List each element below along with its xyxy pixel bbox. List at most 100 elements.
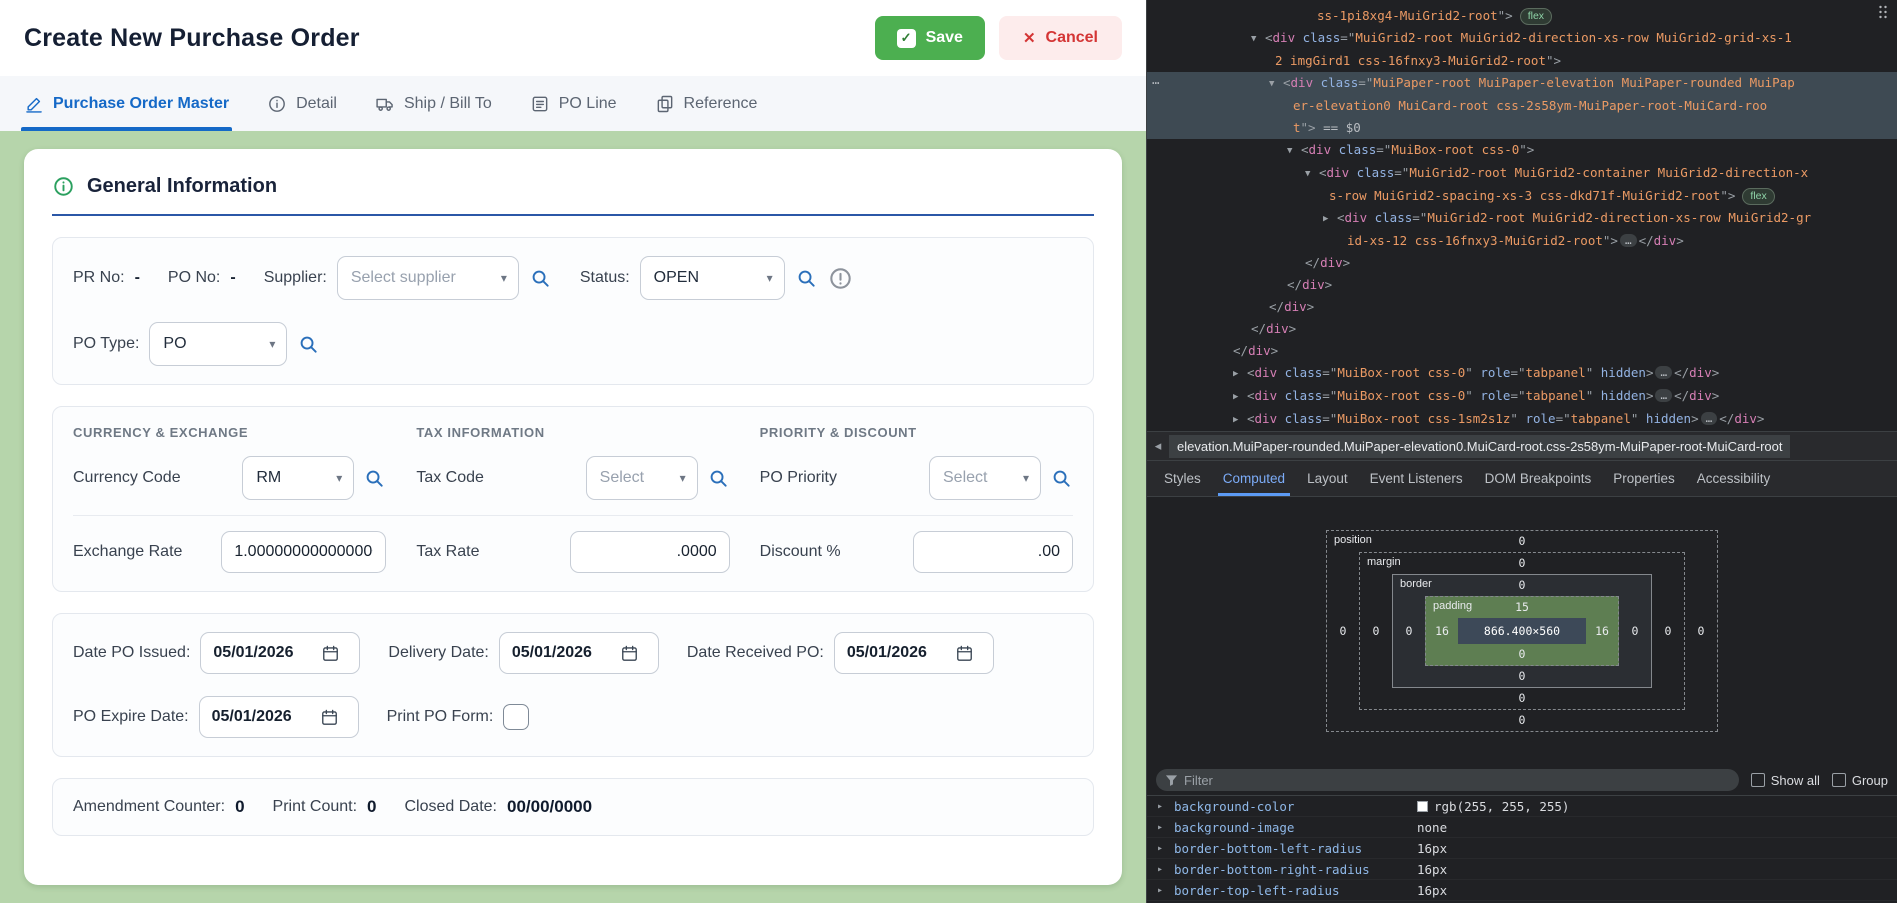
- box-model-padding-ring: padding 15 16 866.400×560 16 0: [1425, 596, 1619, 666]
- devtools-tab-layout[interactable]: Layout: [1296, 461, 1359, 496]
- dom-tree-line[interactable]: </div>: [1147, 340, 1897, 362]
- property-name: background-color: [1174, 799, 1294, 814]
- expand-arrow-icon[interactable]: ▼: [1287, 140, 1301, 162]
- po-type-search-button[interactable]: [297, 333, 320, 356]
- po-expire-input[interactable]: [199, 696, 359, 738]
- po-expire-value[interactable]: [212, 708, 312, 726]
- tab-reference[interactable]: Reference: [655, 76, 758, 131]
- calendar-icon[interactable]: [321, 644, 340, 663]
- computed-property-row[interactable]: ▸border-bottom-left-radius16px: [1147, 838, 1897, 859]
- date-po-issued-input[interactable]: [200, 632, 360, 674]
- dom-tree-line[interactable]: er-elevation0 MuiCard-root css-2s58ym-Mu…: [1147, 95, 1897, 117]
- po-type-select[interactable]: PO ▾: [149, 322, 287, 366]
- dom-tree-line[interactable]: ▼<div class="MuiGrid2-root MuiGrid2-dire…: [1147, 27, 1897, 50]
- dom-tree-line[interactable]: ▶<div class="MuiBox-root css-0" role="ta…: [1147, 385, 1897, 408]
- section-divider: [52, 214, 1094, 216]
- disclosure-arrow-icon[interactable]: ▸: [1157, 885, 1163, 896]
- computed-property-row[interactable]: ▸border-top-left-radius16px: [1147, 880, 1897, 901]
- dom-tree-line[interactable]: ▶<div class="MuiBox-root css-0" role="ta…: [1147, 362, 1897, 385]
- dom-tree-line[interactable]: t"> == $0: [1147, 117, 1897, 139]
- calendar-icon[interactable]: [320, 708, 339, 727]
- devtools-tab-properties[interactable]: Properties: [1602, 461, 1686, 496]
- group-checkbox[interactable]: Group: [1832, 773, 1888, 788]
- currency-search-button[interactable]: [363, 467, 386, 490]
- breadcrumb-selected-item[interactable]: elevation.MuiPaper-rounded.MuiPaper-elev…: [1169, 435, 1790, 458]
- po-priority-select[interactable]: Select ▾: [929, 456, 1041, 500]
- dom-tree-line[interactable]: ▼<div class="MuiBox-root css-0">: [1147, 139, 1897, 162]
- flex-badge[interactable]: flex: [1520, 8, 1552, 25]
- date-received-value[interactable]: [847, 644, 947, 662]
- dom-tree-line[interactable]: ▶<div class="MuiGrid2-root MuiGrid2-dire…: [1147, 207, 1897, 230]
- calendar-icon[interactable]: [620, 644, 639, 663]
- status-search-button[interactable]: [795, 267, 818, 290]
- expand-arrow-icon[interactable]: ▶: [1233, 363, 1247, 385]
- tax-search-button[interactable]: [707, 467, 730, 490]
- devtools-tab-event-listeners[interactable]: Event Listeners: [1359, 461, 1474, 496]
- dom-tree-line[interactable]: ▼<div class="MuiGrid2-root MuiGrid2-cont…: [1147, 162, 1897, 185]
- chevron-down-icon: ▾: [680, 471, 686, 485]
- print-po-form-checkbox[interactable]: [503, 704, 529, 730]
- tax-rate-input[interactable]: [570, 531, 730, 573]
- supplier-select[interactable]: Select supplier ▾: [337, 256, 519, 300]
- filter-input[interactable]: Filter: [1156, 769, 1739, 791]
- devtools-tab-styles[interactable]: Styles: [1153, 461, 1212, 496]
- dates-fieldset: Date PO Issued: Delivery Date:: [52, 613, 1094, 757]
- tab-po-line[interactable]: PO Line: [530, 76, 617, 131]
- expand-arrow-icon[interactable]: ▶: [1233, 386, 1247, 408]
- expand-arrow-icon[interactable]: ▶: [1233, 409, 1247, 431]
- flex-badge[interactable]: flex: [1742, 188, 1774, 205]
- expand-ellipsis-button[interactable]: …: [1655, 366, 1672, 379]
- dom-tree-line[interactable]: </div>: [1147, 252, 1897, 274]
- dom-tree-line[interactable]: ⋯▼<div class="MuiPaper-root MuiPaper-ele…: [1147, 72, 1897, 95]
- dom-tree-line[interactable]: 2 imgGird1 css-16fnxy3-MuiGrid2-root">: [1147, 50, 1897, 72]
- disclosure-arrow-icon[interactable]: ▸: [1157, 801, 1163, 812]
- dom-tree-line[interactable]: s-row MuiGrid2-spacing-xs-3 css-dkd71f-M…: [1147, 185, 1897, 207]
- dom-tree-line[interactable]: </div>: [1147, 274, 1897, 296]
- close-icon: ✕: [1023, 29, 1036, 47]
- disclosure-arrow-icon[interactable]: ▸: [1157, 864, 1163, 875]
- disclosure-arrow-icon[interactable]: ▸: [1157, 843, 1163, 854]
- dom-tree-line[interactable]: </div>: [1147, 318, 1897, 340]
- delivery-date-value[interactable]: [512, 644, 612, 662]
- tax-code-select[interactable]: Select ▾: [586, 456, 698, 500]
- devtools-tab-accessibility[interactable]: Accessibility: [1686, 461, 1782, 496]
- chevron-down-icon: ▾: [501, 271, 507, 285]
- expand-arrow-icon[interactable]: ▶: [1323, 208, 1337, 230]
- breadcrumb-scroll-left-button[interactable]: ◂: [1147, 438, 1169, 454]
- delivery-date-input[interactable]: [499, 632, 659, 674]
- save-button[interactable]: ✓ Save: [875, 16, 985, 60]
- dom-tree-line[interactable]: </div>: [1147, 296, 1897, 318]
- dom-tree-line[interactable]: ss-1pi8xg4-MuiGrid2-root">flex: [1147, 5, 1897, 27]
- property-name: border-bottom-left-radius: [1174, 841, 1362, 856]
- exchange-rate-input[interactable]: [221, 531, 386, 573]
- date-received-input[interactable]: [834, 632, 994, 674]
- devtools-tab-computed[interactable]: Computed: [1212, 461, 1296, 496]
- dom-tree-line[interactable]: ▶<div class="MuiBox-root css-1sm2s1z" ro…: [1147, 408, 1897, 431]
- expand-ellipsis-button[interactable]: …: [1620, 234, 1637, 247]
- status-warning-icon: [828, 266, 853, 291]
- discount-input[interactable]: [913, 531, 1073, 573]
- currency-code-select[interactable]: RM ▾: [242, 456, 354, 500]
- expand-arrow-icon[interactable]: ▼: [1269, 73, 1283, 95]
- computed-property-row[interactable]: ▸border-bottom-right-radius16px: [1147, 859, 1897, 880]
- devtools-tab-dom-breakpoints[interactable]: DOM Breakpoints: [1474, 461, 1603, 496]
- box-model-position-ring: position 0 0 margin 0 0 border 0 0: [1326, 530, 1718, 732]
- expand-ellipsis-button[interactable]: …: [1655, 389, 1672, 402]
- supplier-search-button[interactable]: [529, 267, 552, 290]
- dom-tree-line[interactable]: id-xs-12 css-16fnxy3-MuiGrid2-root">…</d…: [1147, 230, 1897, 252]
- tab-ship-bill-to[interactable]: Ship / Bill To: [375, 76, 492, 131]
- tab-purchase-order-master[interactable]: Purchase Order Master: [24, 76, 229, 131]
- expand-ellipsis-button[interactable]: …: [1701, 412, 1718, 425]
- calendar-icon[interactable]: [955, 644, 974, 663]
- show-all-checkbox[interactable]: Show all: [1751, 773, 1820, 788]
- cancel-button[interactable]: ✕ Cancel: [999, 16, 1122, 60]
- computed-property-row[interactable]: ▸background-imagenone: [1147, 817, 1897, 838]
- priority-search-button[interactable]: [1050, 467, 1073, 490]
- tab-detail[interactable]: Detail: [267, 76, 337, 131]
- expand-arrow-icon[interactable]: ▼: [1251, 28, 1265, 50]
- date-po-issued-value[interactable]: [213, 644, 313, 662]
- disclosure-arrow-icon[interactable]: ▸: [1157, 822, 1163, 833]
- computed-property-row[interactable]: ▸background-colorrgb(255, 255, 255): [1147, 796, 1897, 817]
- expand-arrow-icon[interactable]: ▼: [1305, 163, 1319, 185]
- status-select[interactable]: OPEN ▾: [640, 256, 785, 300]
